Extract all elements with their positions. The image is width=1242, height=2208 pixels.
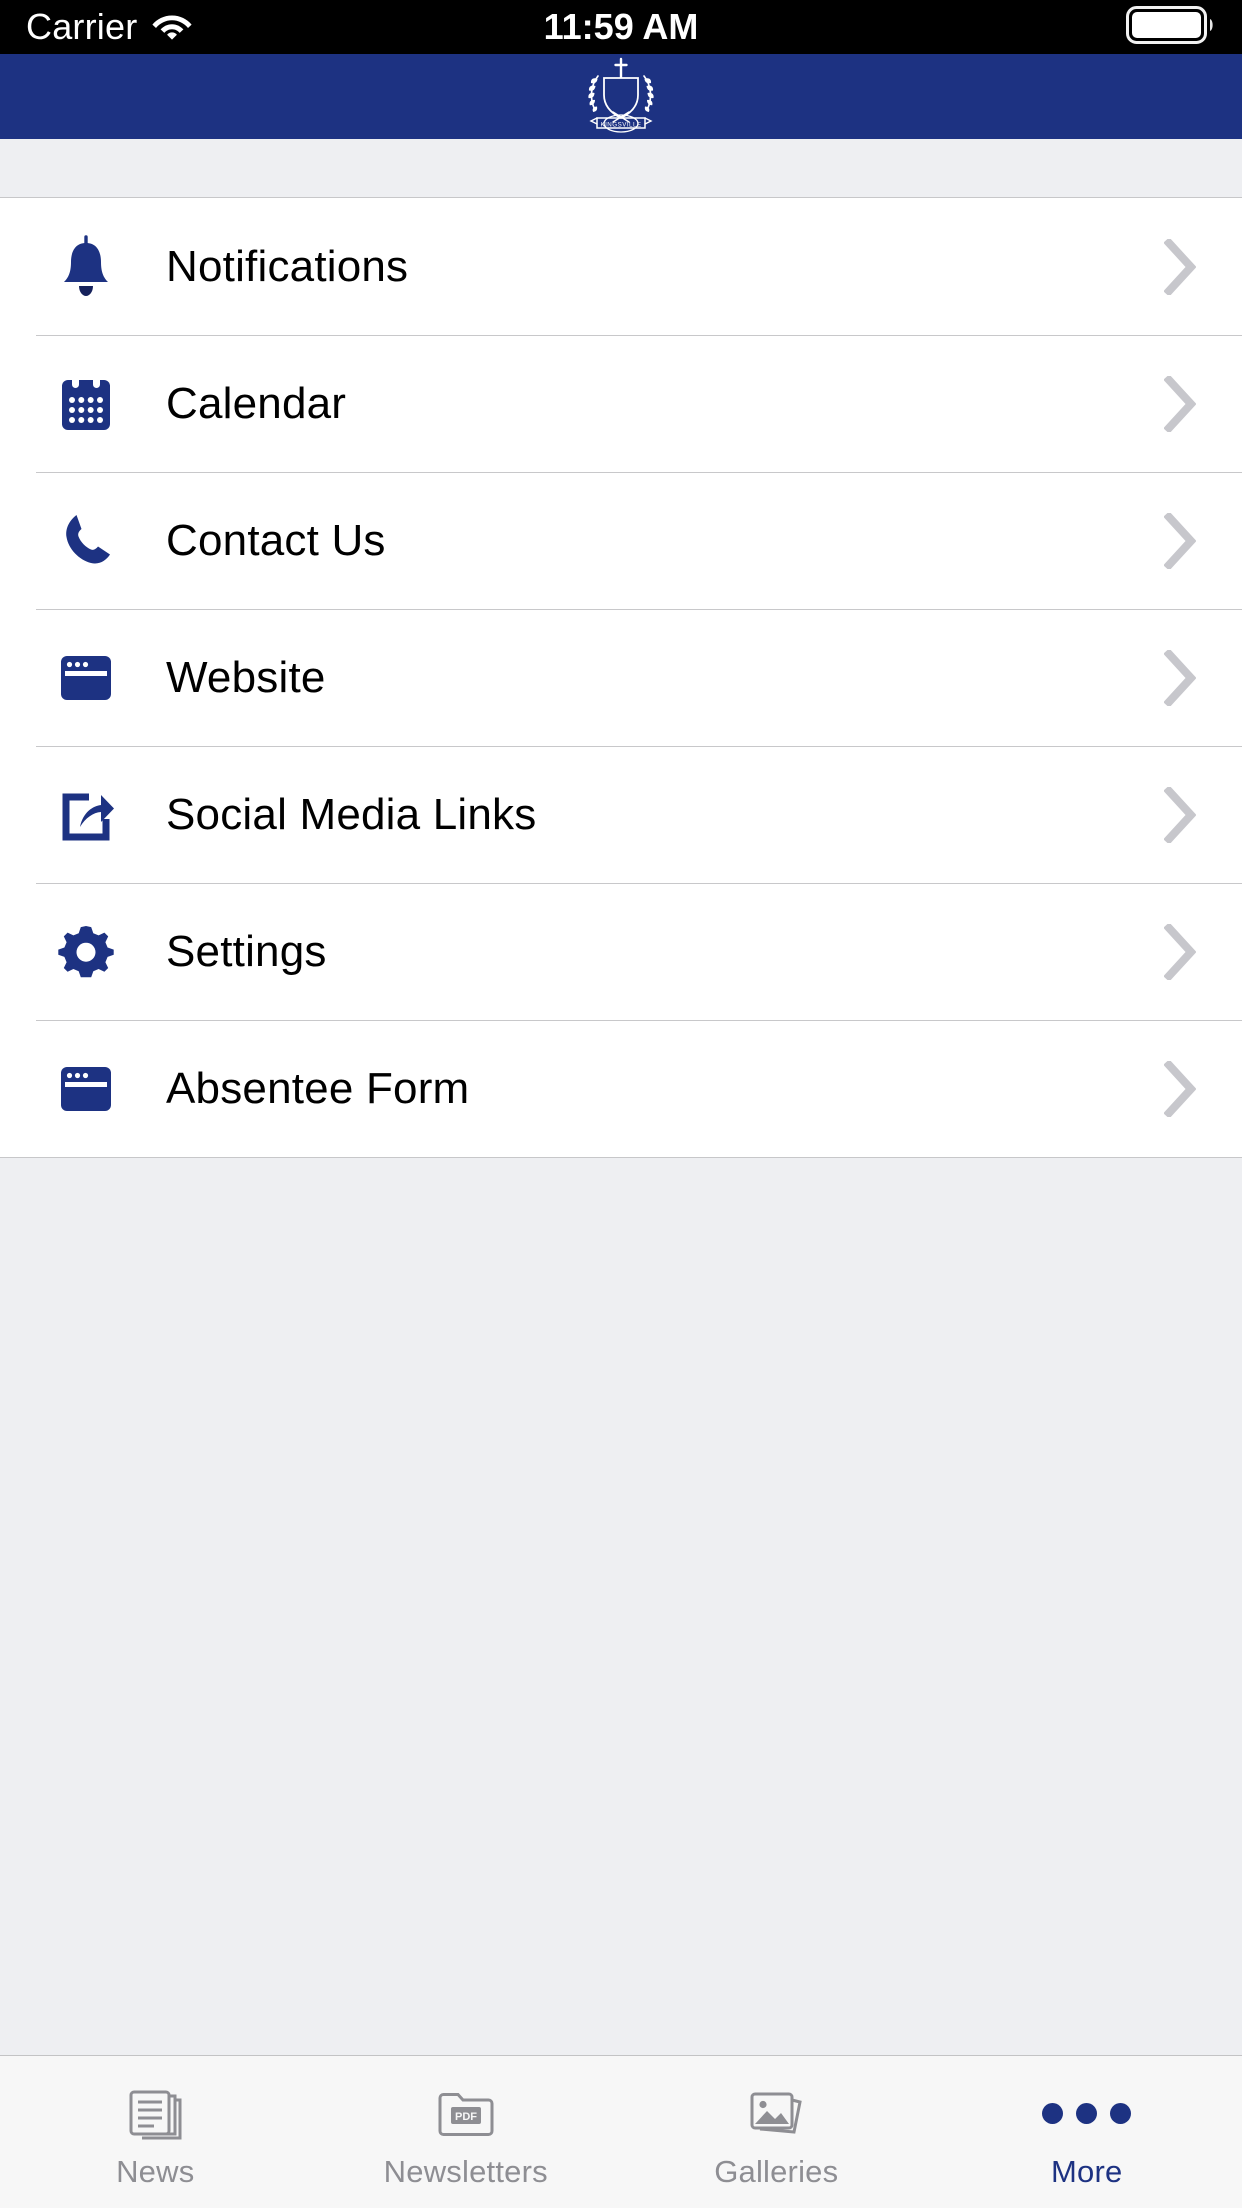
tab-more[interactable]: More [932,2056,1242,2208]
news-stack-icon [123,2082,187,2144]
menu-item-notifications[interactable]: Notifications [0,198,1242,335]
menu-item-settings[interactable]: Settings [0,883,1242,1020]
svg-text:PDF: PDF [455,2111,477,2123]
tab-label: Galleries [714,2154,839,2189]
list-bottom-spacer [0,1158,1242,2055]
tab-label: News [116,2154,195,2189]
menu-item-contact-us[interactable]: Contact Us [0,472,1242,609]
menu-item-label: Contact Us [166,515,386,565]
gear-icon [50,920,122,984]
menu-item-label: Absentee Form [166,1063,470,1113]
svg-text:KINGSVILLE: KINGSVILLE [600,121,641,128]
school-crest-logo: KINGSVILLE [571,54,671,139]
tab-label: Newsletters [383,2154,548,2189]
list-top-spacer [0,139,1242,197]
bottom-tab-bar: News PDF Newsletters Galleries More [0,2055,1242,2208]
calendar-icon [50,372,122,436]
menu-item-calendar[interactable]: Calendar [0,335,1242,472]
more-dots-icon [1042,2082,1132,2144]
chevron-right-icon [1164,375,1196,432]
share-icon [50,783,122,847]
tab-label: More [1051,2154,1123,2189]
pdf-folder-icon: PDF [434,2082,498,2144]
browser-window-icon [50,646,122,710]
tab-galleries[interactable]: Galleries [621,2056,932,2208]
phone-icon [50,509,122,573]
menu-item-label: Notifications [166,241,409,291]
status-bar-right [1126,5,1216,49]
status-bar-left: Carrier [26,6,193,48]
chevron-right-icon [1164,1060,1196,1117]
status-bar: Carrier 11:59 AM [0,0,1242,54]
menu-list: Notifications Calendar Contact Us Websit… [0,197,1242,1158]
bell-icon [50,234,122,299]
chevron-right-icon [1164,786,1196,843]
app-screen: Carrier 11:59 AM KINGSVILLE Notification… [0,0,1242,2208]
carrier-label: Carrier [26,6,138,47]
menu-item-label: Calendar [166,378,347,428]
chevron-right-icon [1164,512,1196,569]
menu-item-website[interactable]: Website [0,609,1242,746]
app-header: KINGSVILLE [0,54,1242,139]
browser-window-icon [50,1057,122,1121]
main-content: Notifications Calendar Contact Us Websit… [0,139,1242,2055]
menu-item-social-media-links[interactable]: Social Media Links [0,746,1242,883]
wifi-icon [151,10,193,45]
menu-item-label: Settings [166,926,327,976]
menu-item-label: Social Media Links [166,789,537,839]
tab-news[interactable]: News [0,2056,311,2208]
tab-newsletters[interactable]: PDF Newsletters [311,2056,622,2208]
menu-item-label: Website [166,652,326,702]
chevron-right-icon [1164,923,1196,980]
battery-full-icon [1126,5,1216,49]
photos-icon [744,2082,808,2144]
chevron-right-icon [1164,238,1196,295]
chevron-right-icon [1164,649,1196,706]
menu-item-absentee-form[interactable]: Absentee Form [0,1020,1242,1157]
